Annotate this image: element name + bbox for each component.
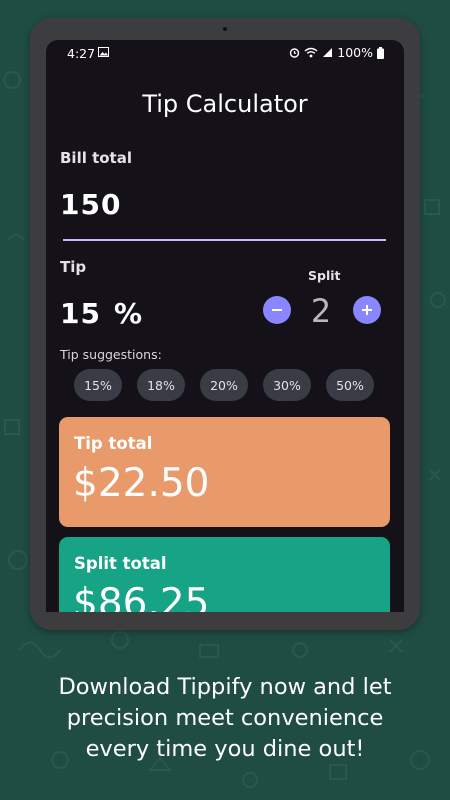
signal-icon — [323, 48, 333, 57]
status-icons: 100% — [289, 45, 384, 60]
split-decrement-button[interactable] — [263, 296, 291, 324]
app-screen: 4:27 100% Tip Calculator Bill total 150 … — [46, 40, 404, 612]
split-total-card: Split total $86.25 — [59, 537, 390, 612]
status-time: 4:27 — [67, 46, 96, 61]
tip-chip-18[interactable]: 18% — [137, 369, 185, 401]
tablet-frame: 4:27 100% Tip Calculator Bill total 150 … — [30, 18, 420, 630]
bill-input-underline — [63, 239, 386, 241]
tip-label: Tip — [60, 258, 87, 276]
battery-icon — [377, 46, 384, 59]
plus-icon — [362, 305, 372, 315]
wifi-icon — [304, 47, 318, 58]
split-label: Split — [308, 268, 341, 283]
tip-percent-unit: % — [114, 297, 144, 330]
split-total-value: $86.25 — [73, 581, 210, 612]
split-increment-button[interactable] — [353, 296, 381, 324]
promo-line-2: precision meet convenience — [66, 705, 384, 731]
page-title: Tip Calculator — [142, 90, 308, 118]
bill-total-label: Bill total — [60, 149, 132, 167]
tip-total-value: $22.50 — [73, 461, 210, 506]
promo-line-1: Download Tippify now and let — [58, 674, 392, 700]
tip-chip-50[interactable]: 50% — [326, 369, 374, 401]
status-bar: 4:27 100% — [46, 40, 404, 64]
camera-dot — [223, 27, 227, 31]
minus-icon — [272, 309, 282, 311]
tip-chip-30[interactable]: 30% — [263, 369, 311, 401]
tip-percent-input[interactable]: 15 — [60, 297, 101, 330]
tip-suggestions-label: Tip suggestions: — [60, 347, 162, 362]
bill-total-input[interactable]: 150 — [60, 188, 121, 221]
tip-chip-20[interactable]: 20% — [200, 369, 248, 401]
tip-total-label: Tip total — [74, 434, 153, 453]
promo-line-3: every time you dine out! — [85, 736, 365, 762]
battery-percent: 100% — [337, 45, 373, 60]
image-icon — [98, 47, 109, 57]
alarm-icon — [290, 48, 300, 58]
promo-text: Download Tippify now and let precision m… — [0, 672, 450, 765]
tip-chip-15[interactable]: 15% — [74, 369, 122, 401]
tip-total-card: Tip total $22.50 — [59, 417, 390, 527]
split-count: 2 — [310, 292, 332, 330]
split-total-label: Split total — [74, 554, 167, 573]
